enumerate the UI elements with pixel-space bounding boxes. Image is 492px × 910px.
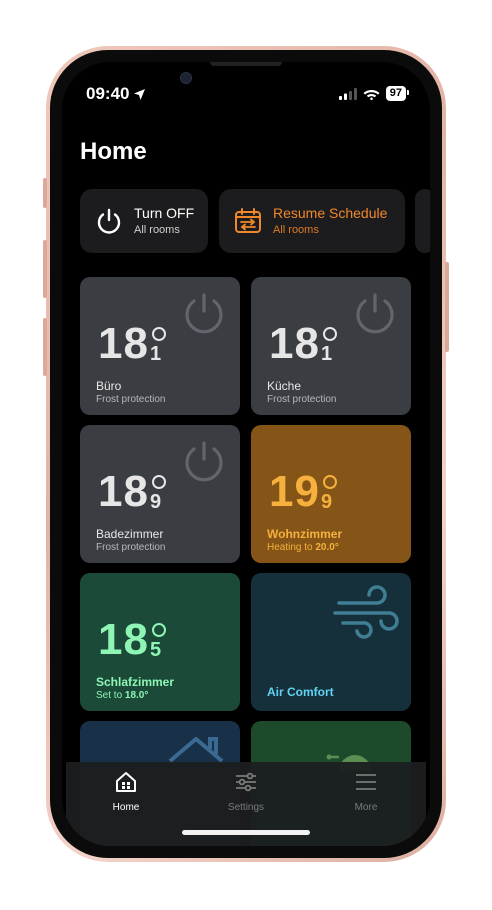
degree-symbol [152, 623, 166, 637]
menu-icon [356, 774, 376, 790]
schedule-icon [233, 207, 263, 235]
temperature: 18 [269, 322, 320, 366]
room-status: Frost protection [96, 394, 166, 405]
room-name: Büro [96, 379, 122, 393]
resume-schedule-title: Resume Schedule [273, 205, 388, 221]
temperature-integer: 18 [98, 467, 149, 516]
clock: 09:40 [86, 84, 130, 103]
app-screen: 09:40 97 Home Turn OFF All rooms Resume … [62, 62, 430, 846]
temperature-decimal: 1 [150, 343, 162, 365]
temperature: 18 [98, 470, 149, 514]
temperature-integer: 18 [98, 319, 149, 368]
battery-indicator: 97 [385, 86, 410, 101]
tab-settings-label: Settings [227, 802, 265, 813]
temperature-integer: 19 [269, 467, 320, 516]
resume-schedule-subtitle: All rooms [273, 224, 319, 236]
air-comfort-tile[interactable]: Air Comfort [251, 573, 411, 711]
temperature-decimal: 5 [150, 639, 162, 661]
temperature: 18 [98, 618, 149, 662]
room-tile-wohnzimmer[interactable]: 19 9 Wohnzimmer Heating to 20.0° [251, 425, 411, 563]
temperature: 19 [269, 470, 320, 514]
temperature-decimal: 9 [150, 491, 162, 513]
volume-down-button [43, 318, 47, 376]
more-actions-card[interactable] [415, 189, 430, 253]
temperature-integer: 18 [269, 319, 320, 368]
room-name: Wohnzimmer [267, 527, 343, 541]
page-title: Home [80, 138, 147, 165]
resume-schedule-button[interactable]: Resume Schedule All rooms [219, 189, 405, 253]
home-icon [116, 772, 136, 792]
temperature-decimal: 9 [321, 491, 333, 513]
tab-home-label: Home [112, 802, 140, 813]
degree-symbol [152, 327, 166, 341]
room-tile-buero[interactable]: 18 1 Büro Frost protection [80, 277, 240, 415]
room-status: Heating to 20.0° [267, 542, 339, 553]
degree-symbol [323, 475, 337, 489]
power-icon [94, 206, 124, 236]
power-icon[interactable] [180, 289, 228, 342]
room-status: Frost protection [96, 542, 166, 553]
temperature-integer: 18 [98, 615, 149, 664]
volume-up-button [43, 240, 47, 298]
camera-icon [180, 72, 192, 84]
turn-off-title: Turn OFF [134, 205, 195, 221]
power-icon[interactable] [180, 437, 228, 490]
speaker-grille [210, 62, 282, 66]
room-tile-kueche[interactable]: 18 1 Küche Frost protection [251, 277, 411, 415]
target-temperature: 20.0° [315, 542, 339, 553]
room-status-text: Heating to [267, 542, 316, 553]
power-icon[interactable] [351, 289, 399, 342]
room-status: Frost protection [267, 394, 337, 405]
sliders-icon [236, 772, 256, 792]
wind-icon [333, 585, 403, 650]
temperature: 18 [98, 322, 149, 366]
degree-symbol [323, 327, 337, 341]
power-side-button [445, 262, 449, 352]
silent-switch [43, 178, 47, 208]
signal-icon [338, 87, 357, 100]
room-tile-schlafzimmer[interactable]: 18 5 Schlafzimmer Set to 18.0° [80, 573, 240, 711]
status-bar-indicators: 97 [338, 86, 410, 101]
room-status: Set to 18.0° [96, 690, 148, 701]
turn-off-subtitle: All rooms [134, 224, 180, 236]
status-bar-time: 09:40 [86, 84, 146, 104]
degree-symbol [152, 475, 166, 489]
wifi-icon [363, 89, 380, 100]
room-name: Schlafzimmer [96, 675, 175, 689]
target-temperature: 18.0° [124, 690, 149, 701]
room-status-text: Set to [96, 690, 125, 701]
tab-settings[interactable]: Settings [206, 770, 286, 813]
tab-more[interactable]: More [326, 770, 406, 813]
home-indicator[interactable] [182, 830, 310, 835]
room-name: Küche [267, 379, 302, 393]
tab-more-label: More [354, 802, 378, 813]
room-tile-badezimmer[interactable]: 18 9 Badezimmer Frost protection [80, 425, 240, 563]
tab-home[interactable]: Home [86, 770, 166, 813]
location-arrow-icon [134, 89, 146, 100]
air-comfort-label: Air Comfort [267, 685, 334, 699]
room-name: Badezimmer [96, 527, 164, 541]
temperature-decimal: 1 [321, 343, 333, 365]
turn-off-button[interactable]: Turn OFF All rooms [80, 189, 208, 253]
